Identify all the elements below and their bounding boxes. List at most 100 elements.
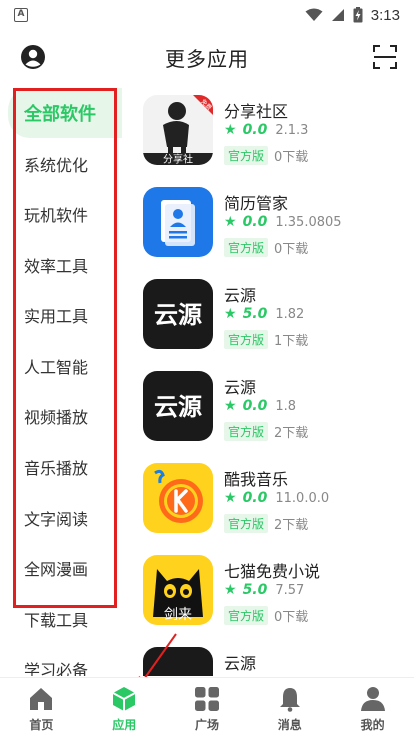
download-count: 0下载 [274,610,309,625]
app-icon-share-community: 分享社 免费 [143,95,213,165]
official-tag: 官方版 [224,422,269,441]
app-tags: 官方版 0下载 [224,238,308,257]
category-comics[interactable]: 全网漫画 [0,543,122,593]
nav-home[interactable]: 首页 [0,678,83,737]
official-tag: 官方版 [224,146,269,165]
category-video-player[interactable]: 视频播放 [0,391,122,441]
app-name: 简历管家 [224,194,289,213]
app-tags: 官方版 2下载 [224,514,308,533]
app-icon-resume-manager [143,187,213,257]
star-icon: ★ [224,398,237,414]
app-row[interactable]: 简历管家 ★ 0.0 1.35.0805 官方版 0下载 [140,182,414,274]
nav-square[interactable]: 广场 [166,678,249,737]
bell-icon [279,688,300,712]
official-tag: 官方版 [224,514,269,533]
app-icon-text: 云源 [154,393,202,421]
download-count: 0下载 [274,150,309,165]
grid-icon [194,687,219,711]
page-title: 更多应用 [165,46,249,71]
star-icon: ★ [224,214,237,230]
app-version: 1.8 [275,398,297,414]
app-tags: 官方版 1下载 [224,330,308,349]
app-row[interactable]: 云源 云源 ★ 5.0 1.82 官方版 1下载 [140,274,414,366]
app-name: 云源 [224,654,257,673]
status-bar: A 3:13 [0,0,414,30]
app-rating: 0.0 [242,490,268,506]
official-tag: 官方版 [224,330,269,349]
app-icon-kuwo-music [143,463,213,533]
app-name: 分享社区 [224,102,289,121]
nav-label: 广场 [194,718,219,732]
nav-messages[interactable]: 消息 [248,678,331,737]
app-version: 1.82 [275,306,305,322]
category-study[interactable]: 学习必备 [0,644,122,676]
category-ai[interactable]: 人工智能 [0,341,122,391]
app-name: 七猫免费小说 [224,562,321,581]
scan-icon[interactable] [372,44,398,70]
nav-apps[interactable]: 应用 [83,678,166,737]
app-rating: 5.0 [242,582,268,598]
category-phone-tweaks[interactable]: 玩机软件 [0,189,122,239]
bottom-nav: 首页 应用 广场 消息 我的 [0,677,414,737]
star-icon: ★ [224,582,237,598]
wifi-icon [305,8,323,21]
user-avatar-icon[interactable] [20,44,46,70]
app-icon-text: 分享社 [163,153,193,166]
category-text-reading[interactable]: 文字阅读 [0,493,122,543]
notification-icon: A [14,8,28,22]
download-count: 0下载 [274,242,309,257]
app-version: 2.1.3 [275,122,309,138]
app-version: 7.57 [275,582,305,598]
nav-profile[interactable]: 我的 [331,678,414,737]
signal-icon [331,9,344,21]
app-icon-text: 云源 [154,301,202,329]
app-rating: 0.0 [242,398,268,414]
person-icon [360,687,385,711]
nav-label: 应用 [112,718,137,732]
nav-label: 消息 [277,718,302,732]
app-meta: ★ 0.0 1.8 [224,398,296,414]
app-icon-yunyuan: 云源 [143,279,213,349]
app-row[interactable]: 云源 云源 ★ 0.0 1.8 官方版 2下载 [140,366,414,458]
app-meta: ★ 0.0 11.0.0.0 [224,490,329,506]
nav-label: 首页 [29,718,54,732]
app-icon-text: 剑来 [164,607,192,623]
category-utility-tools[interactable]: 实用工具 [0,290,122,340]
app-list: 分享社 免费 分享社区 ★ 0.0 2.1.3 官方版 0下载 简历管家 ★ 0… [140,90,414,676]
category-efficiency-tools[interactable]: 效率工具 [0,240,122,290]
app-row[interactable]: 云源 [140,642,414,676]
home-icon [30,688,53,710]
app-meta: ★ 0.0 2.1.3 [224,122,308,138]
app-version: 11.0.0.0 [275,490,330,506]
app-row[interactable]: 分享社 免费 分享社区 ★ 0.0 2.1.3 官方版 0下载 [140,90,414,182]
download-count: 2下载 [274,518,309,533]
app-icon-qimao-novel: 剑来 [143,555,213,625]
nav-label: 我的 [360,718,385,732]
app-icon-yunyuan: 云源 [143,371,213,441]
category-all-software[interactable]: 全部软件 [8,88,122,138]
app-meta: ★ 0.0 1.35.0805 [224,214,342,230]
category-download-tools[interactable]: 下载工具 [0,594,122,644]
official-tag: 官方版 [224,606,269,625]
download-count: 2下载 [274,426,309,441]
status-time: 3:13 [370,6,400,24]
star-icon: ★ [224,122,237,138]
app-meta: ★ 5.0 1.82 [224,306,304,322]
category-music-player[interactable]: 音乐播放 [0,442,122,492]
official-tag: 官方版 [224,238,269,257]
header: 更多应用 [0,34,414,80]
app-rating: 0.0 [242,122,268,138]
app-version: 1.35.0805 [275,214,342,230]
category-sidebar: 全部软件 系统优化 玩机软件 效率工具 实用工具 人工智能 视频播放 音乐播放 … [0,88,122,676]
apps-cube-icon [112,687,136,711]
status-icons: 3:13 [305,7,400,24]
app-tags: 官方版 2下载 [224,422,308,441]
app-rating: 5.0 [242,306,268,322]
app-row[interactable]: 剑来 七猫免费小说 ★ 5.0 7.57 官方版 0下载 [140,550,414,642]
app-name: 云源 [224,286,257,305]
download-count: 1下载 [274,334,309,349]
star-icon: ★ [224,306,237,322]
app-row[interactable]: 酷我音乐 ★ 0.0 11.0.0.0 官方版 2下载 [140,458,414,550]
app-name: 云源 [224,378,257,397]
category-system-optimization[interactable]: 系统优化 [0,139,122,189]
